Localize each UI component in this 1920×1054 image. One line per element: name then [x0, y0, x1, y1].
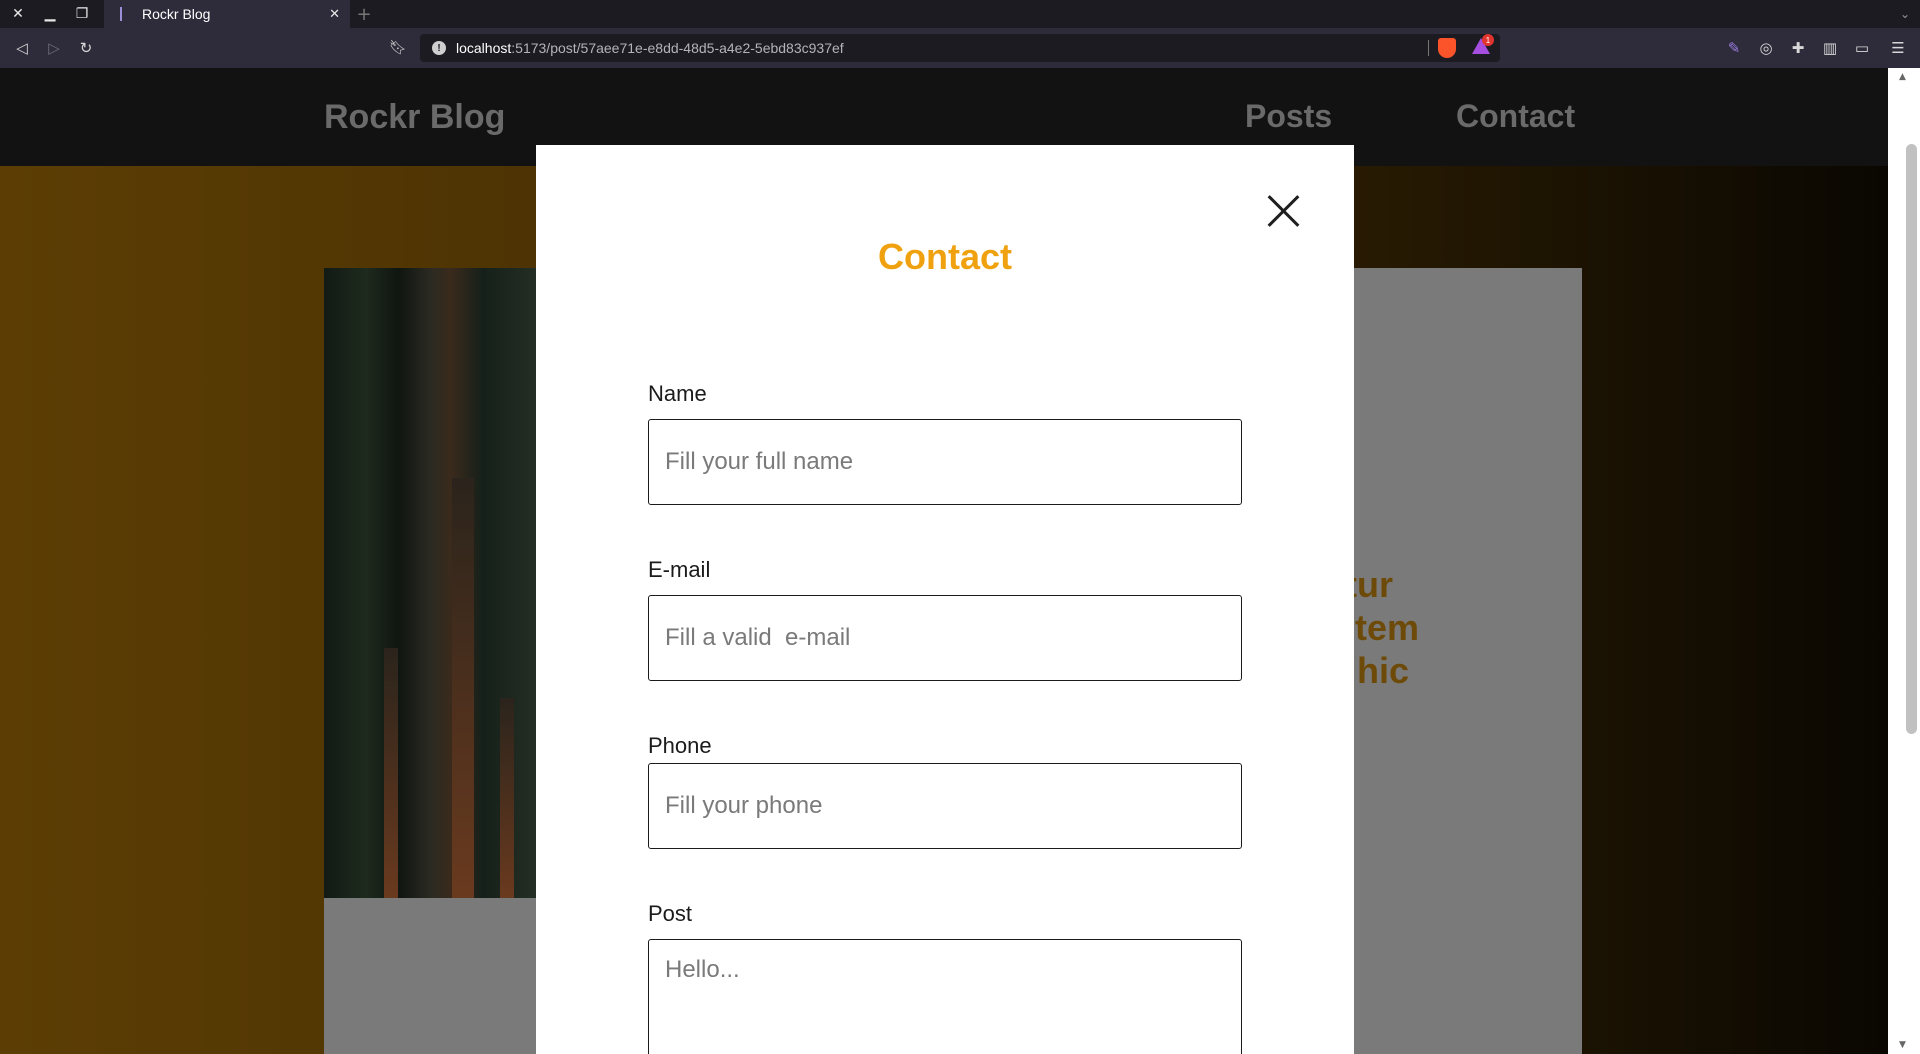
- name-input[interactable]: [648, 419, 1242, 505]
- new-tab-icon[interactable]: +: [354, 0, 374, 28]
- url-host: localhost: [456, 40, 512, 56]
- tab-list-chevron-icon[interactable]: ⌄: [1900, 0, 1910, 28]
- tab-title: Rockr Blog: [142, 6, 211, 22]
- vpn-icon[interactable]: ◎: [1752, 34, 1780, 62]
- modal-title: Contact: [878, 236, 1012, 277]
- url-path: :5173/post/57aee71e-e8dd-48d5-a4e2-5ebd8…: [511, 40, 844, 56]
- menu-icon[interactable]: ☰: [1884, 34, 1912, 62]
- tab-close-icon[interactable]: ✕: [329, 7, 340, 22]
- email-input[interactable]: [648, 595, 1242, 681]
- brave-shields-icon[interactable]: [1438, 38, 1456, 58]
- rewards-badge: 1: [1482, 34, 1494, 46]
- forward-icon[interactable]: ▷: [40, 34, 68, 62]
- page-scrollbar[interactable]: ▲ ▼: [1888, 68, 1920, 1054]
- minimize-window-icon[interactable]: ▁: [34, 0, 66, 28]
- reload-icon[interactable]: ↻: [72, 34, 100, 62]
- site-info-icon[interactable]: !: [432, 41, 446, 55]
- browser-tab-bar: ✕ ▁ ❐ Rockr Blog ✕ + ⌄: [0, 0, 1920, 28]
- name-label: Name: [648, 381, 707, 406]
- post-textarea[interactable]: [648, 939, 1242, 1054]
- browser-tab[interactable]: Rockr Blog ✕: [104, 0, 350, 28]
- bookmark-icon[interactable]: 🔖︎: [386, 34, 410, 62]
- nav-contact-link[interactable]: Contact: [1456, 98, 1575, 135]
- nav-posts-link[interactable]: Posts: [1245, 98, 1332, 135]
- close-window-icon[interactable]: ✕: [2, 0, 34, 28]
- sidebar-icon[interactable]: ▥: [1816, 34, 1844, 62]
- back-icon[interactable]: ◁: [8, 34, 36, 62]
- brave-rewards-icon[interactable]: 1: [1472, 34, 1494, 56]
- address-bar-divider: [1428, 40, 1429, 56]
- site-logo[interactable]: Rockr Blog: [324, 98, 505, 137]
- leo-ai-icon[interactable]: ✎: [1720, 34, 1748, 62]
- post-image: [324, 268, 536, 898]
- address-bar[interactable]: ! localhost:5173/post/57aee71e-e8dd-48d5…: [420, 34, 1500, 62]
- phone-input[interactable]: [648, 763, 1242, 849]
- close-icon[interactable]: [1262, 190, 1304, 232]
- restore-window-icon[interactable]: ❐: [66, 0, 98, 28]
- scroll-down-icon[interactable]: ▼: [1899, 1040, 1906, 1050]
- post-title: tur item hic: [1345, 564, 1420, 691]
- phone-label: Phone: [648, 733, 712, 758]
- scroll-up-icon[interactable]: ▲: [1899, 72, 1906, 82]
- wallet-icon[interactable]: ▭: [1848, 34, 1876, 62]
- browser-toolbar: ◁ ▷ ↻ 🔖︎ ! localhost:5173/post/57aee71e-…: [0, 28, 1920, 68]
- scrollbar-thumb[interactable]: [1906, 144, 1917, 734]
- extensions-icon[interactable]: ✚: [1784, 34, 1812, 62]
- tab-favicon-icon: [120, 7, 130, 21]
- email-label: E-mail: [648, 557, 711, 582]
- post-label: Post: [648, 901, 693, 926]
